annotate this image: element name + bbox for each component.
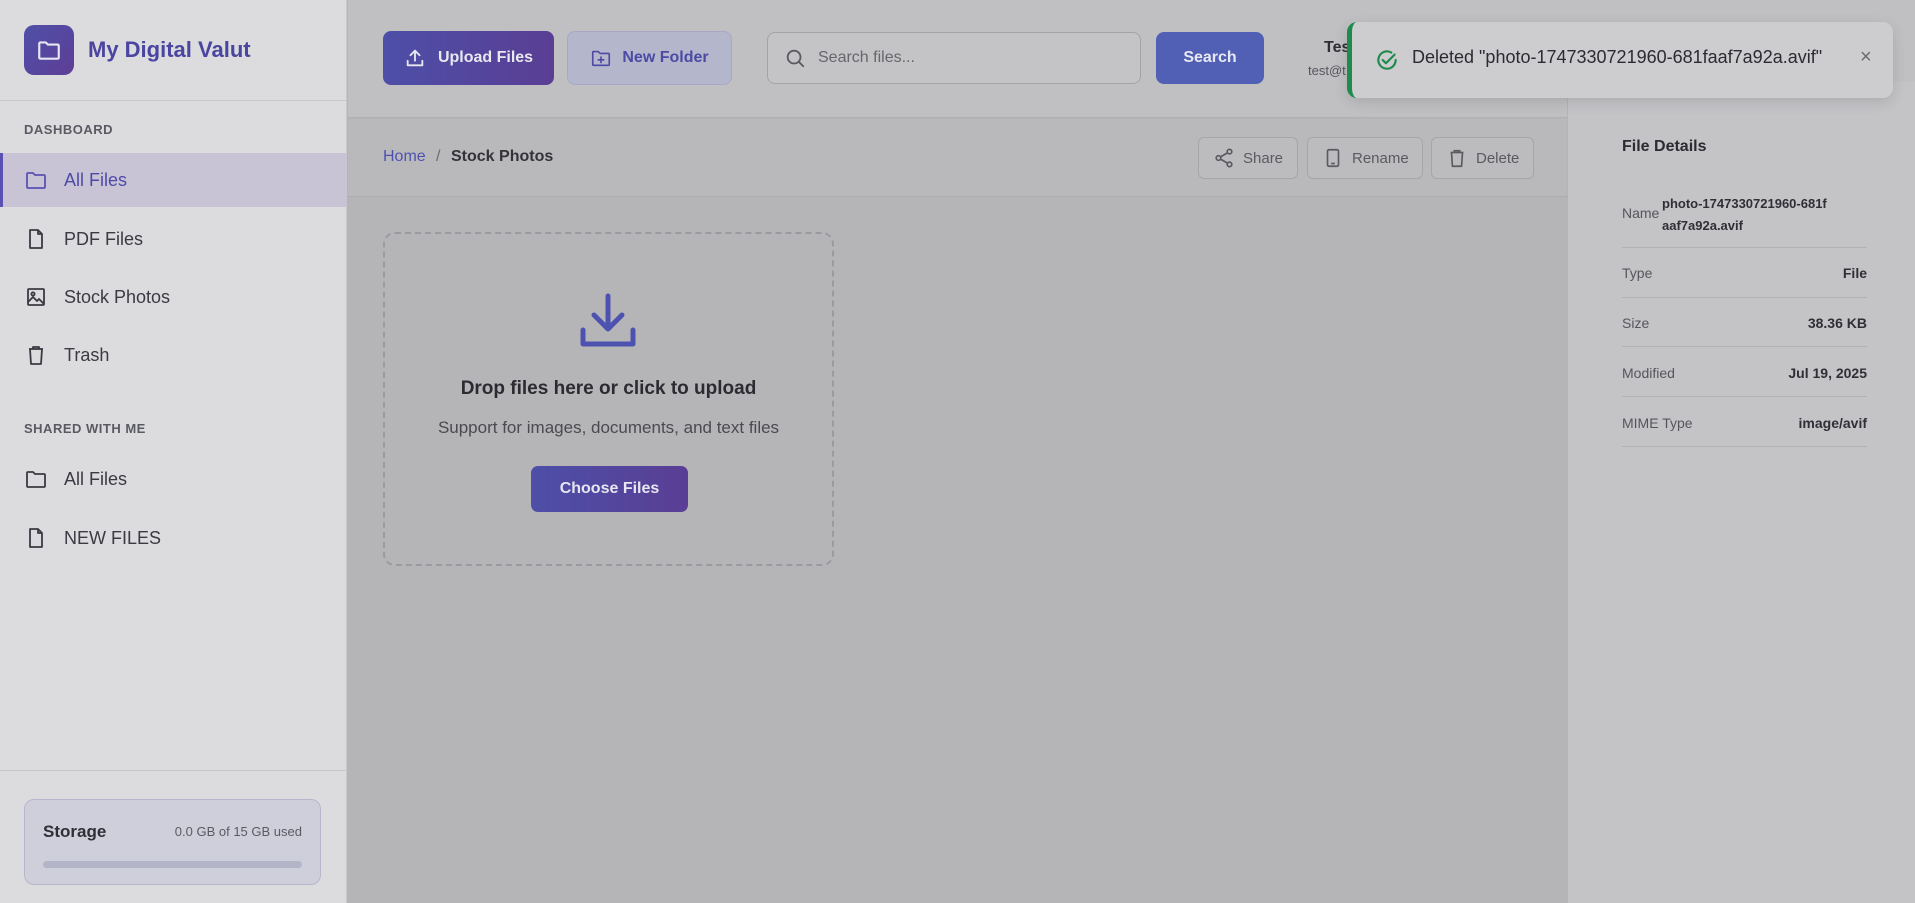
upload-icon bbox=[406, 49, 424, 67]
share-label: Share bbox=[1243, 149, 1284, 167]
sidebar-item-label: Stock Photos bbox=[64, 286, 171, 307]
storage-title: Storage bbox=[43, 822, 107, 841]
breadcrumb-separator: / bbox=[436, 148, 441, 165]
folder-icon bbox=[26, 471, 46, 488]
search-icon bbox=[786, 49, 805, 68]
sidebar-item-label: All Files bbox=[64, 169, 128, 190]
detail-value: File bbox=[1842, 265, 1867, 281]
upload-files-label: Upload Files bbox=[437, 49, 534, 66]
toast-notification: Deleted "photo-1747330721960-681faaf7a92… bbox=[1347, 22, 1893, 98]
folder-plus-icon bbox=[592, 50, 611, 67]
storage-progress-bar bbox=[43, 861, 302, 868]
detail-row-type: Type File bbox=[1622, 248, 1867, 298]
shared-section-label: SHARED WITH ME bbox=[24, 421, 146, 436]
toast-message: Deleted "photo-1747330721960-681faaf7a92… bbox=[1412, 47, 1823, 67]
sidebar-item-all-files[interactable]: All Files bbox=[0, 153, 347, 207]
detail-value: Jul 19, 2025 bbox=[1788, 365, 1867, 381]
search-button[interactable]: Search bbox=[1156, 32, 1264, 84]
file-icon bbox=[29, 528, 43, 548]
search-input[interactable] bbox=[818, 49, 1118, 67]
detail-row-mime-type: MIME Type image/avif bbox=[1622, 397, 1867, 447]
file-details-title: File Details bbox=[1622, 138, 1707, 155]
sidebar: My Digital Valut DASHBOARD All Files PDF… bbox=[0, 0, 347, 903]
folder-icon bbox=[24, 25, 74, 75]
upload-dropzone[interactable]: Drop files here or click to upload Suppo… bbox=[383, 232, 834, 566]
sidebar-item-label: PDF Files bbox=[64, 228, 144, 249]
detail-value: image/avif bbox=[1798, 415, 1867, 431]
detail-row-name: Name photo-1747330721960-681faaf7a92a.av… bbox=[1622, 181, 1867, 248]
breadcrumb-current: Stock Photos bbox=[451, 148, 554, 165]
rename-label: Rename bbox=[1352, 149, 1409, 167]
detail-row-modified: Modified Jul 19, 2025 bbox=[1622, 347, 1867, 397]
sidebar-item-label: Trash bbox=[64, 344, 110, 365]
sidebar-item-trash[interactable]: Trash bbox=[0, 328, 347, 382]
dropzone-title: Drop files here or click to upload bbox=[460, 378, 757, 399]
breadcrumb-home-link[interactable]: Home bbox=[383, 148, 426, 166]
file-icon bbox=[29, 229, 43, 249]
trash-icon bbox=[29, 346, 43, 365]
storage-section: Storage 0.0 GB of 15 GB used bbox=[0, 770, 347, 903]
brand[interactable]: My Digital Valut bbox=[0, 0, 347, 101]
trash-icon bbox=[1450, 149, 1464, 168]
delete-button[interactable]: Delete bbox=[1431, 137, 1534, 179]
detail-key: MIME Type bbox=[1622, 415, 1693, 431]
sidebar-item-pdf-files[interactable]: PDF Files bbox=[0, 212, 347, 266]
sidebar-item-stock-photos[interactable]: Stock Photos bbox=[0, 270, 347, 324]
delete-label: Delete bbox=[1476, 149, 1520, 167]
search-box bbox=[767, 32, 1141, 84]
share-icon bbox=[1215, 148, 1233, 168]
rename-icon bbox=[1326, 148, 1340, 168]
storage-used-text: 0.0 GB of 15 GB used bbox=[174, 824, 302, 839]
detail-key: Type bbox=[1622, 265, 1653, 281]
new-folder-label: New Folder bbox=[622, 49, 709, 66]
new-folder-button[interactable]: New Folder bbox=[567, 31, 732, 85]
choose-files-button[interactable]: Choose Files bbox=[531, 466, 688, 512]
detail-key: Size bbox=[1622, 315, 1650, 331]
image-icon bbox=[27, 288, 45, 306]
storage-card: Storage 0.0 GB of 15 GB used bbox=[24, 799, 321, 885]
share-button[interactable]: Share bbox=[1198, 137, 1298, 179]
detail-value: photo-1747330721960-681faaf7a92a.avif bbox=[1662, 196, 1827, 233]
download-icon bbox=[580, 293, 636, 347]
sidebar-item-label: NEW FILES bbox=[64, 527, 162, 548]
dashboard-section-label: DASHBOARD bbox=[24, 122, 113, 137]
rename-button[interactable]: Rename bbox=[1307, 137, 1423, 179]
folder-icon bbox=[26, 172, 46, 189]
detail-value: 38.36 KB bbox=[1807, 315, 1867, 331]
detail-key: Modified bbox=[1622, 365, 1675, 381]
user-email: test@t bbox=[1308, 63, 1346, 78]
sidebar-item-label: All Files bbox=[64, 468, 128, 489]
brand-title: My Digital Valut bbox=[88, 37, 251, 62]
file-details-panel: File Details Name photo-1747330721960-68… bbox=[1567, 82, 1915, 903]
detail-row-size: Size 38.36 KB bbox=[1622, 298, 1867, 347]
close-icon[interactable]: × bbox=[1860, 46, 1872, 69]
breadcrumb-bar: Home / Stock Photos Share Rename Delete bbox=[348, 119, 1567, 197]
upload-files-button[interactable]: Upload Files bbox=[383, 31, 554, 85]
dropzone-subtitle: Support for images, documents, and text … bbox=[437, 418, 780, 437]
detail-key: Name bbox=[1622, 205, 1660, 221]
sidebar-item-new-files[interactable]: NEW FILES bbox=[0, 511, 347, 565]
check-circle-icon bbox=[1377, 50, 1397, 70]
sidebar-item-shared-all-files[interactable]: All Files bbox=[0, 452, 347, 506]
